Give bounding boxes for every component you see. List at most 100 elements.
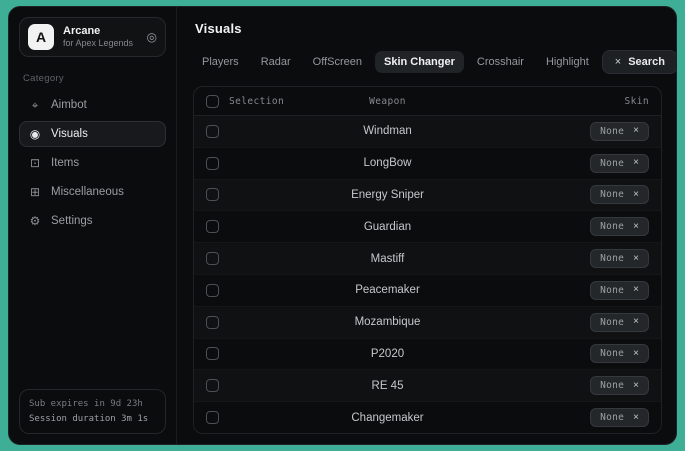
skin-select-button[interactable]: None × (590, 122, 649, 141)
sub-expires-text: Sub expires in 9d 23h (29, 397, 156, 411)
clear-skin-x-icon[interactable]: × (633, 413, 639, 423)
weapon-name: Peacemaker (326, 284, 449, 296)
tab-radar[interactable]: Radar (252, 51, 300, 73)
skin-select-button[interactable]: None × (590, 344, 649, 363)
skin-select-button[interactable]: None × (590, 217, 649, 236)
box-icon: ⊡ (28, 156, 42, 170)
row-checkbox[interactable] (206, 188, 219, 201)
sidebar-item-label: Aimbot (51, 99, 87, 111)
tab-players[interactable]: Players (193, 51, 248, 73)
table-row: Guardian None × (194, 211, 661, 243)
clear-skin-x-icon[interactable]: × (633, 317, 639, 327)
row-checkbox[interactable] (206, 157, 219, 170)
weapon-name: Changemaker (326, 412, 449, 424)
weapon-name: LongBow (326, 157, 449, 169)
clear-skin-x-icon[interactable]: × (633, 285, 639, 295)
weapon-name: Mozambique (326, 316, 449, 328)
sidebar-nav: ⌖ Aimbot ◉ Visuals ⊡ Items ⊞ Miscellaneo… (19, 92, 166, 234)
column-header-selection: Selection (229, 96, 284, 107)
skin-changer-table: Selection Weapon Skin Windman None × Lon… (193, 86, 662, 434)
skin-value: None (600, 158, 624, 169)
table-header-row: Selection Weapon Skin (194, 87, 661, 116)
table-row: LongBow None × (194, 148, 661, 180)
skin-value: None (600, 221, 624, 232)
sidebar: A Arcane for Apex Legends ◎ Category ⌖ A… (9, 7, 177, 444)
row-checkbox[interactable] (206, 125, 219, 138)
skin-select-button[interactable]: None × (590, 376, 649, 395)
skin-value: None (600, 412, 624, 423)
column-header-weapon: Weapon (326, 96, 449, 107)
clear-skin-x-icon[interactable]: × (633, 381, 639, 391)
tab-highlight[interactable]: Highlight (537, 51, 598, 73)
table-row: Mozambique None × (194, 307, 661, 339)
weapon-name: Guardian (326, 221, 449, 233)
table-row: Energy Sniper None × (194, 180, 661, 212)
tab-bar: PlayersRadarOffScreenSkin ChangerCrossha… (193, 50, 662, 74)
sidebar-item-visuals[interactable]: ◉ Visuals (19, 121, 166, 147)
sidebar-item-miscellaneous[interactable]: ⊞ Miscellaneous (19, 179, 166, 205)
skin-select-button[interactable]: None × (590, 408, 649, 427)
clear-skin-x-icon[interactable]: × (633, 126, 639, 136)
sidebar-item-label: Items (51, 157, 79, 169)
table-row: Peacemaker None × (194, 275, 661, 307)
tab-offscreen[interactable]: OffScreen (304, 51, 371, 73)
gear-icon: ⚙ (28, 214, 42, 228)
search-button-label: Search (628, 56, 665, 68)
row-checkbox[interactable] (206, 411, 219, 424)
skin-select-button[interactable]: None × (590, 313, 649, 332)
weapon-name: Energy Sniper (326, 189, 449, 201)
tab-skin-changer[interactable]: Skin Changer (375, 51, 464, 73)
clear-skin-x-icon[interactable]: × (633, 222, 639, 232)
session-duration-text: Session duration 3m 1s (29, 412, 156, 426)
row-checkbox[interactable] (206, 316, 219, 329)
sidebar-item-label: Settings (51, 215, 93, 227)
clear-skin-x-icon[interactable]: × (633, 349, 639, 359)
skin-select-button[interactable]: None × (590, 185, 649, 204)
brand-text: Arcane for Apex Legends (63, 25, 138, 50)
app-window: A Arcane for Apex Legends ◎ Category ⌖ A… (8, 6, 677, 445)
app-logo: A (28, 24, 54, 50)
clear-skin-x-icon[interactable]: × (633, 158, 639, 168)
skin-value: None (600, 348, 624, 359)
search-button[interactable]: × Search (602, 50, 677, 74)
skin-select-button[interactable]: None × (590, 249, 649, 268)
table-row: P2020 None × (194, 339, 661, 371)
page-title: Visuals (195, 21, 662, 36)
eye-icon: ◉ (28, 127, 42, 141)
sidebar-item-items[interactable]: ⊡ Items (19, 150, 166, 176)
app-subtitle: for Apex Legends (63, 38, 138, 49)
sidebar-item-aimbot[interactable]: ⌖ Aimbot (19, 92, 166, 118)
skin-select-button[interactable]: None × (590, 281, 649, 300)
row-checkbox[interactable] (206, 252, 219, 265)
search-x-icon: × (615, 56, 621, 68)
category-label: Category (23, 73, 162, 84)
skin-value: None (600, 285, 624, 296)
table-row: RE 45 None × (194, 370, 661, 402)
grid-icon: ⊞ (28, 185, 42, 199)
tab-crosshair[interactable]: Crosshair (468, 51, 533, 73)
target-icon[interactable]: ◎ (147, 30, 157, 44)
crosshair-icon: ⌖ (28, 98, 42, 113)
column-header-skin: Skin (449, 96, 649, 107)
row-checkbox[interactable] (206, 379, 219, 392)
row-checkbox[interactable] (206, 347, 219, 360)
skin-value: None (600, 126, 624, 137)
skin-select-button[interactable]: None × (590, 154, 649, 173)
brand-card: A Arcane for Apex Legends ◎ (19, 17, 166, 57)
skin-value: None (600, 317, 624, 328)
skin-value: None (600, 189, 624, 200)
app-name: Arcane (63, 25, 138, 39)
weapon-name: RE 45 (326, 380, 449, 392)
row-checkbox[interactable] (206, 220, 219, 233)
table-body: Windman None × LongBow None × Energy Sni… (194, 116, 661, 433)
sidebar-item-settings[interactable]: ⚙ Settings (19, 208, 166, 234)
sidebar-spacer (19, 234, 166, 389)
skin-value: None (600, 253, 624, 264)
clear-skin-x-icon[interactable]: × (633, 254, 639, 264)
main-panel: Visuals PlayersRadarOffScreenSkin Change… (177, 7, 676, 444)
row-checkbox[interactable] (206, 284, 219, 297)
weapon-name: Mastiff (326, 253, 449, 265)
select-all-checkbox[interactable] (206, 95, 219, 108)
clear-skin-x-icon[interactable]: × (633, 190, 639, 200)
weapon-name: P2020 (326, 348, 449, 360)
